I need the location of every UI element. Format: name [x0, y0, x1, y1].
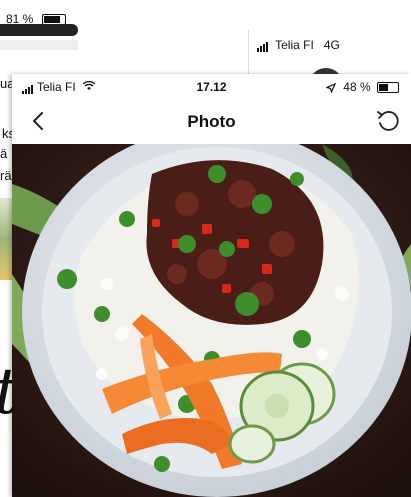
text-fragment: rä	[0, 168, 12, 183]
rotate-ccw-icon	[377, 111, 399, 131]
page-title: Photo	[187, 112, 236, 131]
photo-image	[12, 144, 411, 497]
status-bar-right: Telia FI 4G	[257, 38, 340, 52]
photo-screen: Telia FI 17.12 48 % Photo	[12, 74, 411, 497]
carrier-label: Telia FI	[275, 38, 314, 52]
text-fragment: ä	[0, 146, 8, 161]
location-arrow-icon	[325, 82, 337, 94]
status-bar: Telia FI 17.12 48 %	[12, 74, 411, 100]
battery-icon	[377, 82, 399, 94]
search-pill	[0, 24, 78, 36]
signal-icon	[257, 38, 269, 52]
rice-bowl-photo[interactable]	[12, 144, 411, 497]
rotate-button[interactable]	[373, 106, 403, 136]
divider	[0, 40, 78, 50]
nav-bar: Photo	[12, 100, 411, 145]
status-right-group: 48 %	[325, 80, 399, 94]
network-label: 4G	[323, 38, 340, 52]
battery-text: 48 %	[343, 80, 371, 94]
